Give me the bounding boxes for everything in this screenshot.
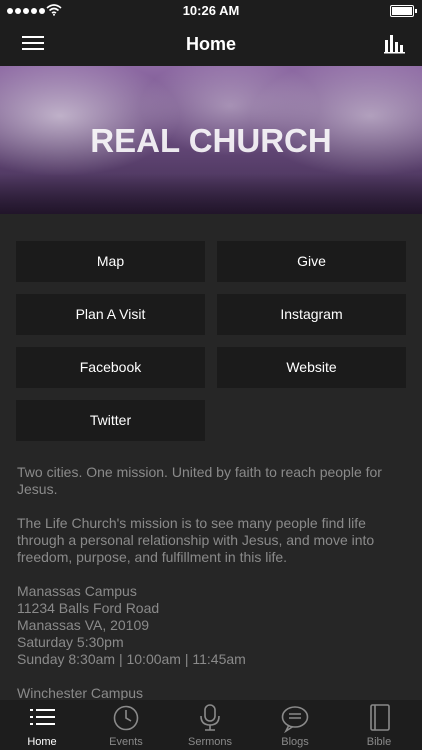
tab-label: Events: [109, 736, 143, 748]
clock-icon: [113, 705, 139, 731]
website-button[interactable]: Website: [217, 347, 406, 388]
tab-label: Home: [27, 736, 57, 748]
tab-label: Blogs: [281, 736, 309, 748]
tab-events[interactable]: Events: [84, 700, 168, 750]
instagram-button[interactable]: Instagram: [217, 294, 406, 335]
tab-blogs[interactable]: Blogs: [253, 700, 337, 750]
nav-bar: Home: [0, 22, 422, 66]
tab-label: Sermons: [187, 736, 233, 748]
status-time: 10:26 AM: [182, 3, 240, 18]
hero-banner: REAL CHURCH: [0, 66, 422, 214]
facebook-button[interactable]: Facebook: [16, 347, 205, 388]
tagline-text: Two cities. One mission. United by faith…: [17, 464, 382, 497]
campus-saturday-times: Saturday 5:30pm: [17, 634, 124, 650]
campus-sunday-times: Sunday 8:30am | 10:00am | 11:45am: [17, 651, 246, 667]
tab-sermons[interactable]: Sermons: [168, 700, 252, 750]
give-button[interactable]: Give: [217, 241, 406, 282]
list-icon: [30, 709, 55, 725]
status-bar: 10:26 AM: [0, 0, 422, 22]
page-title: Home: [185, 34, 236, 54]
hero-title: REAL CHURCH: [90, 122, 332, 159]
battery-icon: [390, 5, 417, 17]
mission-text: The Life Church's mission is to see many…: [17, 515, 375, 565]
map-button[interactable]: Map: [16, 241, 205, 282]
tab-bar: Home Events Sermons Blogs Bible: [0, 700, 422, 750]
tab-label: Bible: [366, 736, 392, 748]
microphone-icon: [200, 704, 220, 731]
twitter-button[interactable]: Twitter: [16, 400, 205, 441]
bar-chart-icon[interactable]: [384, 32, 406, 54]
crowd-image: [0, 174, 422, 214]
tab-home[interactable]: Home: [0, 700, 84, 750]
campus-street: 11234 Balls Ford Road: [17, 600, 160, 616]
plan-a-visit-button[interactable]: Plan A Visit: [16, 294, 205, 335]
manassas-campus-info: Manassas Campus 11234 Balls Ford Road Ma…: [17, 583, 409, 668]
church-description: Two cities. One mission. United by faith…: [17, 464, 409, 702]
book-icon: [370, 704, 390, 731]
campus-name: Manassas Campus: [17, 583, 137, 599]
chat-bubble-icon: [281, 706, 309, 733]
campus-city: Manassas VA, 20109: [17, 617, 150, 633]
tab-bible[interactable]: Bible: [337, 700, 421, 750]
